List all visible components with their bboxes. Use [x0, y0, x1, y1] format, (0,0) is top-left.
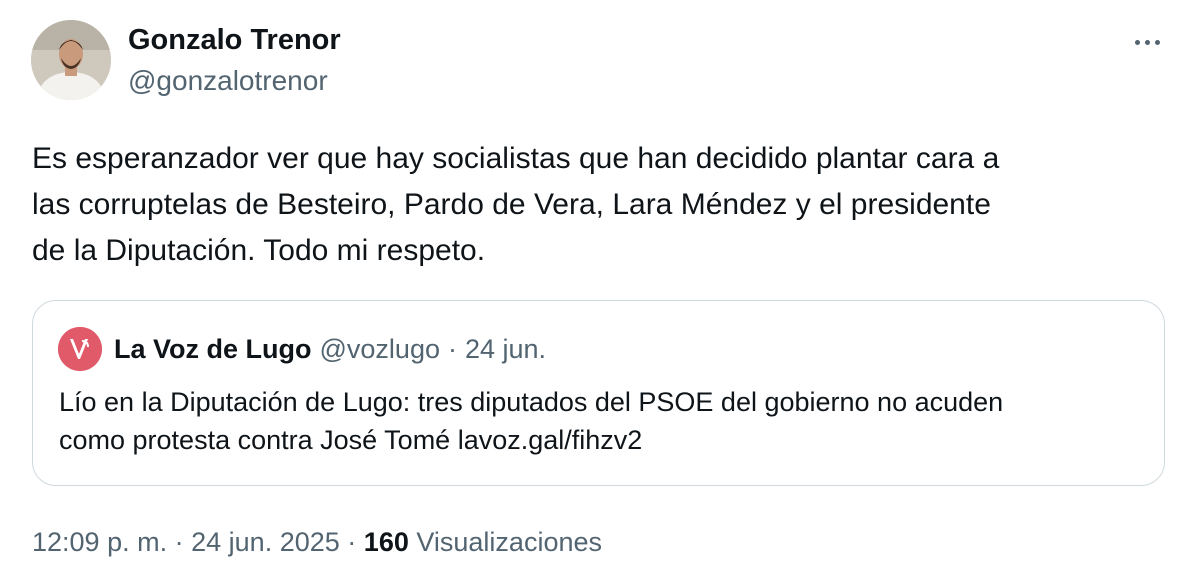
tweet-text-line: de la Diputación. Todo mi respeto.: [32, 234, 486, 267]
la-voz-de-lugo-logo-icon[interactable]: [58, 327, 102, 371]
quoted-date[interactable]: 24 jun.: [465, 334, 546, 365]
more-horizontal-icon-dot: [1154, 39, 1160, 45]
tweet-footer: 12:09 p. m. · 24 jun. 2025 · 160 Visuali…: [32, 524, 602, 560]
more-options-button[interactable]: [1126, 24, 1168, 60]
quoted-text-line: como protesta contra José Tomé lavoz.gal…: [59, 425, 643, 455]
author-handle[interactable]: @gonzalotrenor: [128, 63, 341, 99]
quoted-tweet-header: La Voz de Lugo @vozlugo · 24 jun.: [58, 327, 546, 371]
quoted-text-line: Lío en la Diputación de Lugo: tres diput…: [59, 387, 1004, 417]
tweet-text-line: Es esperanzador ver que hay socialistas …: [32, 142, 1000, 175]
tweet-text-line: las corruptelas de Besteiro, Pardo de Ve…: [32, 188, 991, 221]
quoted-tweet-text: Lío en la Diputación de Lugo: tres diput…: [59, 383, 1149, 459]
footer-separator: ·: [347, 527, 357, 557]
tweet-date[interactable]: 24 jun. 2025: [191, 527, 340, 557]
author-avatar[interactable]: [31, 20, 111, 100]
quoted-author-handle[interactable]: @vozlugo: [320, 334, 440, 365]
footer-separator: ·: [174, 527, 184, 557]
author-block: Gonzalo Trenor @gonzalotrenor: [128, 22, 341, 99]
tweet-timestamp[interactable]: 12:09 p. m.: [32, 527, 167, 557]
views-label: Visualizaciones: [416, 527, 602, 557]
quoted-tweet[interactable]: La Voz de Lugo @vozlugo · 24 jun. Lío en…: [32, 300, 1165, 486]
views-count[interactable]: 160: [364, 527, 409, 557]
quoted-author-name[interactable]: La Voz de Lugo: [114, 334, 312, 365]
more-horizontal-icon: [1134, 39, 1140, 45]
meta-separator: ·: [447, 333, 457, 364]
tweet-text: Es esperanzador ver que hay socialistas …: [32, 136, 1162, 274]
author-name[interactable]: Gonzalo Trenor: [128, 22, 341, 58]
more-horizontal-icon-dot: [1144, 39, 1150, 45]
logo-glyph-icon: [58, 327, 102, 371]
avatar-photo-icon: [31, 20, 111, 100]
tweet-card: Gonzalo Trenor @gonzalotrenor Es esperan…: [0, 0, 1200, 576]
